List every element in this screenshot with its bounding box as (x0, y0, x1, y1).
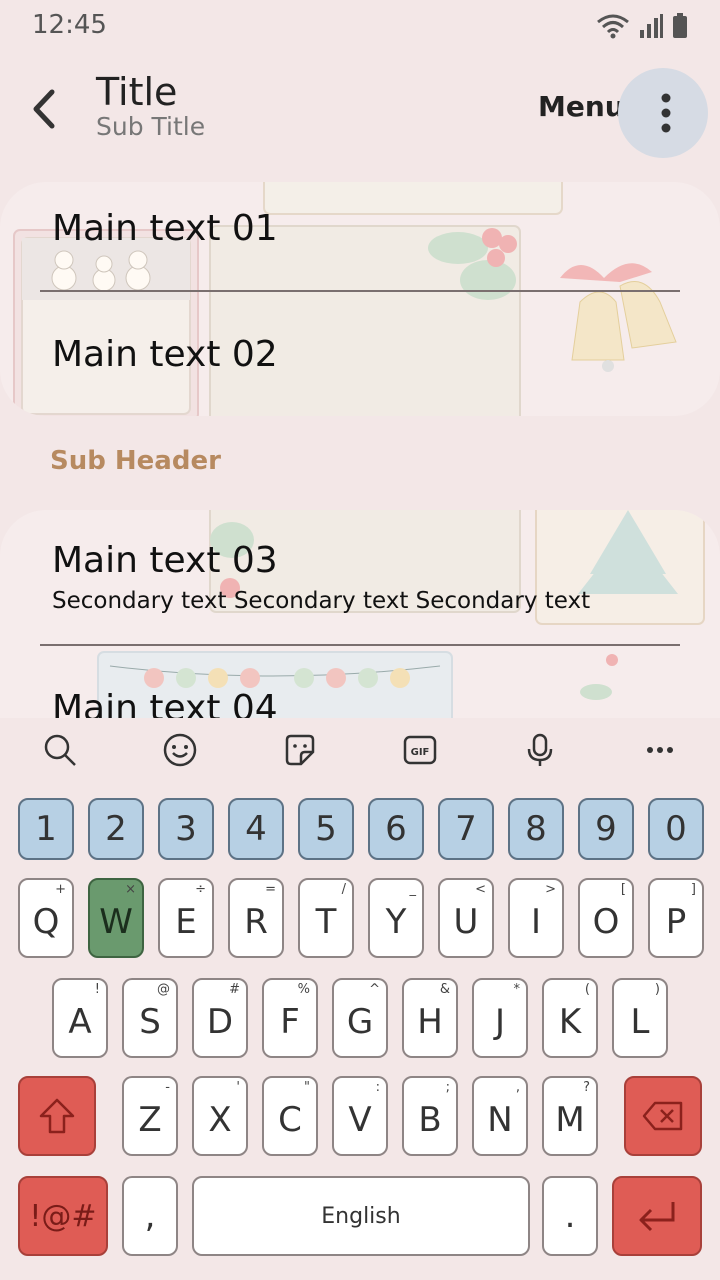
key-8[interactable]: 8 (508, 798, 564, 860)
key-f[interactable]: % F (262, 978, 318, 1058)
sticker-icon[interactable] (282, 732, 318, 768)
key-h[interactable]: & H (402, 978, 458, 1058)
key-t[interactable]: / T (298, 878, 354, 958)
list-divider (40, 290, 680, 292)
shift-icon (39, 1098, 75, 1134)
battery-icon (673, 13, 687, 38)
space-key[interactable]: English (192, 1176, 530, 1256)
back-arrow-icon (33, 89, 55, 129)
app-bar: Title Sub Title Menu (0, 52, 720, 162)
more-vert-icon (661, 93, 671, 133)
key-e[interactable]: ÷ E (158, 878, 214, 958)
gif-icon[interactable]: GIF (402, 732, 438, 768)
key-6[interactable]: 6 (368, 798, 424, 860)
key-g[interactable]: ^ G (332, 978, 388, 1058)
more-options-button[interactable] (618, 68, 708, 158)
list-item-main-text[interactable]: Main text 04 (52, 688, 278, 718)
status-bar: 12:45 (0, 0, 720, 52)
sub-header: Sub Header (50, 446, 221, 476)
key-u[interactable]: < U (438, 878, 494, 958)
keyboard-toolbar: GIF (0, 718, 720, 782)
key-1[interactable]: 1 (18, 798, 74, 860)
key-v[interactable]: :V (332, 1076, 388, 1156)
svg-text:GIF: GIF (411, 747, 430, 758)
more-horiz-icon[interactable] (642, 732, 678, 768)
wifi-icon (597, 14, 629, 39)
key-3[interactable]: 3 (158, 798, 214, 860)
key-y[interactable]: _ Y (368, 878, 424, 958)
period-key[interactable]: . (542, 1176, 598, 1256)
list-card-2: Main text 03 Secondary text Secondary te… (0, 510, 720, 718)
key-n[interactable]: ,N (472, 1076, 528, 1156)
status-time: 12:45 (32, 10, 107, 40)
key-w[interactable]: × W (88, 878, 144, 958)
enter-icon (639, 1202, 675, 1232)
comma-key[interactable]: , (122, 1176, 178, 1256)
key-l[interactable]: ) L (612, 978, 668, 1058)
key-c[interactable]: " C (262, 1076, 318, 1156)
key-k[interactable]: (K (542, 978, 598, 1058)
key-q[interactable]: + Q (18, 878, 74, 958)
back-button[interactable] (24, 82, 68, 136)
key-i[interactable]: > I (508, 878, 564, 958)
key-r[interactable]: = R (228, 878, 284, 958)
list-item-secondary-text: Secondary text Secondary text Secondary … (52, 588, 591, 614)
search-icon[interactable] (42, 732, 78, 768)
mic-icon[interactable] (522, 732, 558, 768)
page-title: Title (96, 70, 178, 114)
symbols-key[interactable]: !@# (18, 1176, 108, 1256)
backspace-key[interactable] (624, 1076, 702, 1156)
key-z[interactable]: -Z (122, 1076, 178, 1156)
key-0[interactable]: 0 (648, 798, 704, 860)
key-b[interactable]: ; B (402, 1076, 458, 1156)
backspace-icon (642, 1101, 683, 1131)
key-o[interactable]: [O (578, 878, 634, 958)
keyboard: 1 2 3 4 5 6 7 8 9 0 + Q × W ÷ E = R / T _ Y < U… (0, 782, 720, 1280)
key-s[interactable]: @ S (122, 978, 178, 1058)
key-9[interactable]: 9 (578, 798, 634, 860)
key-7[interactable]: 7 (438, 798, 494, 860)
menu-button[interactable]: Menu (538, 90, 625, 123)
key-2[interactable]: 2 (88, 798, 144, 860)
key-j[interactable]: * J (472, 978, 528, 1058)
key-x[interactable]: ' X (192, 1076, 248, 1156)
shift-key[interactable] (18, 1076, 96, 1156)
signal-icon (640, 14, 663, 38)
list-item-main-text[interactable]: Main text 03 (52, 540, 278, 581)
list-item-main-text[interactable]: Main text 02 (52, 334, 278, 375)
emoji-icon[interactable] (162, 732, 198, 768)
key-d[interactable]: # D (192, 978, 248, 1058)
list-divider (40, 644, 680, 646)
key-a[interactable]: ! A (52, 978, 108, 1058)
list-item-main-text[interactable]: Main text 01 (52, 208, 278, 249)
list-card-1: Main text 01 Main text 02 (0, 182, 720, 416)
status-icons (596, 12, 688, 40)
key-5[interactable]: 5 (298, 798, 354, 860)
key-4[interactable]: 4 (228, 798, 284, 860)
page-subtitle: Sub Title (96, 112, 206, 141)
enter-key[interactable] (612, 1176, 702, 1256)
key-p[interactable]: ] P (648, 878, 704, 958)
key-m[interactable]: ? M (542, 1076, 598, 1156)
